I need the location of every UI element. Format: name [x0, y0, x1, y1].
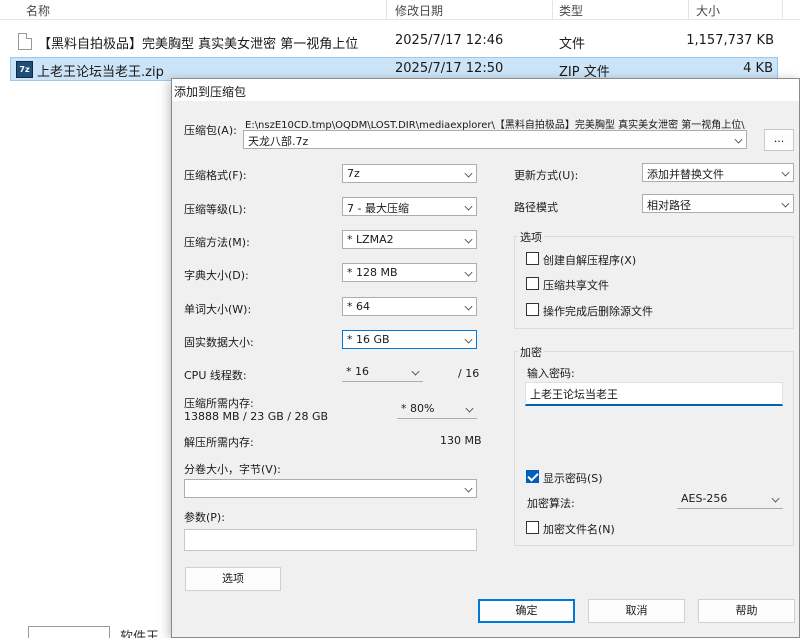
- chevron-down-icon: [771, 494, 780, 503]
- password-label: 输入密码:: [527, 367, 575, 380]
- shared-checkbox[interactable]: [526, 277, 539, 290]
- 7z-archive-icon: 7z: [16, 61, 33, 78]
- mem-detail: 13888 MB / 23 GB / 28 GB: [184, 410, 329, 423]
- chevron-down-icon: [464, 268, 473, 277]
- update-label: 更新方式(U):: [514, 169, 579, 182]
- split-label: 分卷大小，字节(V):: [184, 463, 281, 476]
- bottom-thumbnail: [28, 626, 110, 638]
- archive-name-combo[interactable]: 天龙八部.7z: [243, 130, 747, 149]
- path-mode-label: 路径模式: [514, 201, 558, 214]
- cpu-label: CPU 线程数:: [184, 369, 247, 382]
- mem-combo[interactable]: * 80%: [397, 400, 477, 419]
- file-date: 2025/7/17 12:46: [395, 33, 504, 48]
- chevron-down-icon: [411, 367, 420, 376]
- file-name: 【黑料自拍极品】完美胸型 真实美女泄密 第一视角上位: [38, 37, 359, 52]
- column-name[interactable]: 名称: [26, 2, 50, 19]
- column-size[interactable]: 大小: [696, 2, 720, 19]
- level-label: 压缩等级(L):: [184, 203, 247, 216]
- method-label: 压缩方法(M):: [184, 236, 250, 249]
- encrypt-group-title: 加密: [518, 344, 544, 360]
- params-label: 参数(P):: [184, 511, 225, 524]
- encrypt-names-checkbox[interactable]: [526, 521, 539, 534]
- delete-checkbox[interactable]: [526, 303, 539, 316]
- level-value: 7 - 最大压缩: [347, 202, 409, 215]
- dialog-title: 添加到压缩包: [172, 79, 799, 101]
- level-combo[interactable]: 7 - 最大压缩: [342, 197, 477, 216]
- chevron-down-icon: [464, 202, 473, 211]
- browse-button[interactable]: ...: [764, 129, 794, 151]
- options-button[interactable]: 选项: [185, 567, 281, 591]
- chevron-down-icon: [464, 335, 473, 344]
- decomp-label: 解压所需内存:: [184, 436, 254, 449]
- file-type: 文件: [559, 37, 586, 52]
- bottom-text: 软件王: [120, 630, 160, 638]
- decomp-value: 130 MB: [440, 434, 482, 447]
- file-row[interactable]: 【黑料自拍极品】完美胸型 真实美女泄密 第一视角上位 2025/7/17 12:…: [10, 30, 778, 54]
- chevron-down-icon: [781, 168, 790, 177]
- chevron-down-icon: [734, 135, 743, 144]
- chevron-down-icon: [464, 302, 473, 311]
- mem-label: 压缩所需内存:: [184, 397, 254, 410]
- encrypt-method-label: 加密算法:: [527, 497, 575, 510]
- file-date: 2025/7/17 12:50: [395, 61, 504, 76]
- word-combo[interactable]: * 64: [342, 297, 477, 316]
- shared-label[interactable]: 压缩共享文件: [543, 277, 609, 293]
- encrypt-method-value: AES-256: [681, 492, 728, 505]
- solid-label: 固实数据大小:: [184, 336, 254, 349]
- show-password-checkbox[interactable]: [526, 470, 539, 483]
- params-input[interactable]: [184, 529, 477, 551]
- sfx-checkbox[interactable]: [526, 252, 539, 265]
- chevron-down-icon: [464, 235, 473, 244]
- password-input[interactable]: 上老王论坛当老王: [525, 382, 783, 406]
- solid-combo[interactable]: * 16 GB: [342, 330, 477, 349]
- cancel-button[interactable]: 取消: [588, 599, 685, 623]
- word-label: 单词大小(W):: [184, 303, 252, 316]
- chevron-down-icon: [465, 404, 474, 413]
- update-combo[interactable]: 添加并替换文件: [642, 163, 794, 182]
- ok-button[interactable]: 确定: [478, 599, 575, 623]
- cpu-total: / 16: [458, 367, 480, 380]
- cpu-value: * 16: [346, 365, 369, 378]
- archive-label: 压缩包(A):: [184, 124, 237, 137]
- encrypt-names-label[interactable]: 加密文件名(N): [543, 521, 615, 537]
- path-mode-value: 相对路径: [647, 199, 691, 212]
- format-value: 7z: [347, 167, 360, 180]
- chevron-down-icon: [781, 199, 790, 208]
- dict-label: 字典大小(D):: [184, 269, 249, 282]
- options-group-title: 选项: [518, 229, 544, 245]
- file-size: 1,157,737 KB: [686, 33, 774, 48]
- format-combo[interactable]: 7z: [342, 164, 477, 183]
- chevron-down-icon: [464, 169, 473, 178]
- path-mode-combo[interactable]: 相对路径: [642, 194, 794, 213]
- archive-filename: 天龙八部.7z: [248, 135, 309, 148]
- cpu-combo[interactable]: * 16: [342, 363, 423, 382]
- method-combo[interactable]: * LZMA2: [342, 230, 477, 249]
- column-header-bar: 名称 修改日期 类型 大小: [0, 0, 800, 20]
- archive-path: E:\nszE10CD.tmp\OQDM\LOST.DIR\mediaexplo…: [245, 120, 745, 131]
- file-size: 4 KB: [743, 61, 773, 76]
- split-combo[interactable]: [184, 479, 477, 498]
- mem-value: * 80%: [401, 402, 435, 415]
- word-value: * 64: [347, 300, 370, 313]
- format-label: 压缩格式(F):: [184, 169, 247, 182]
- file-name: 上老王论坛当老王.zip: [37, 65, 164, 80]
- column-type[interactable]: 类型: [559, 2, 583, 19]
- dict-combo[interactable]: * 128 MB: [342, 263, 477, 282]
- column-date[interactable]: 修改日期: [395, 2, 443, 19]
- encrypt-method-combo[interactable]: AES-256: [677, 490, 783, 509]
- add-to-archive-dialog: 添加到压缩包 压缩包(A): E:\nszE10CD.tmp\OQDM\LOST…: [171, 78, 800, 638]
- dict-value: * 128 MB: [347, 266, 398, 279]
- show-password-label[interactable]: 显示密码(S): [543, 470, 603, 486]
- chevron-down-icon: [464, 484, 473, 493]
- sfx-label[interactable]: 创建自解压程序(X): [543, 252, 636, 268]
- delete-label[interactable]: 操作完成后删除源文件: [543, 303, 653, 319]
- solid-value: * 16 GB: [347, 333, 390, 346]
- help-button[interactable]: 帮助: [698, 599, 795, 623]
- method-value: * LZMA2: [347, 233, 394, 246]
- file-icon: [18, 33, 32, 50]
- update-value: 添加并替换文件: [647, 168, 724, 181]
